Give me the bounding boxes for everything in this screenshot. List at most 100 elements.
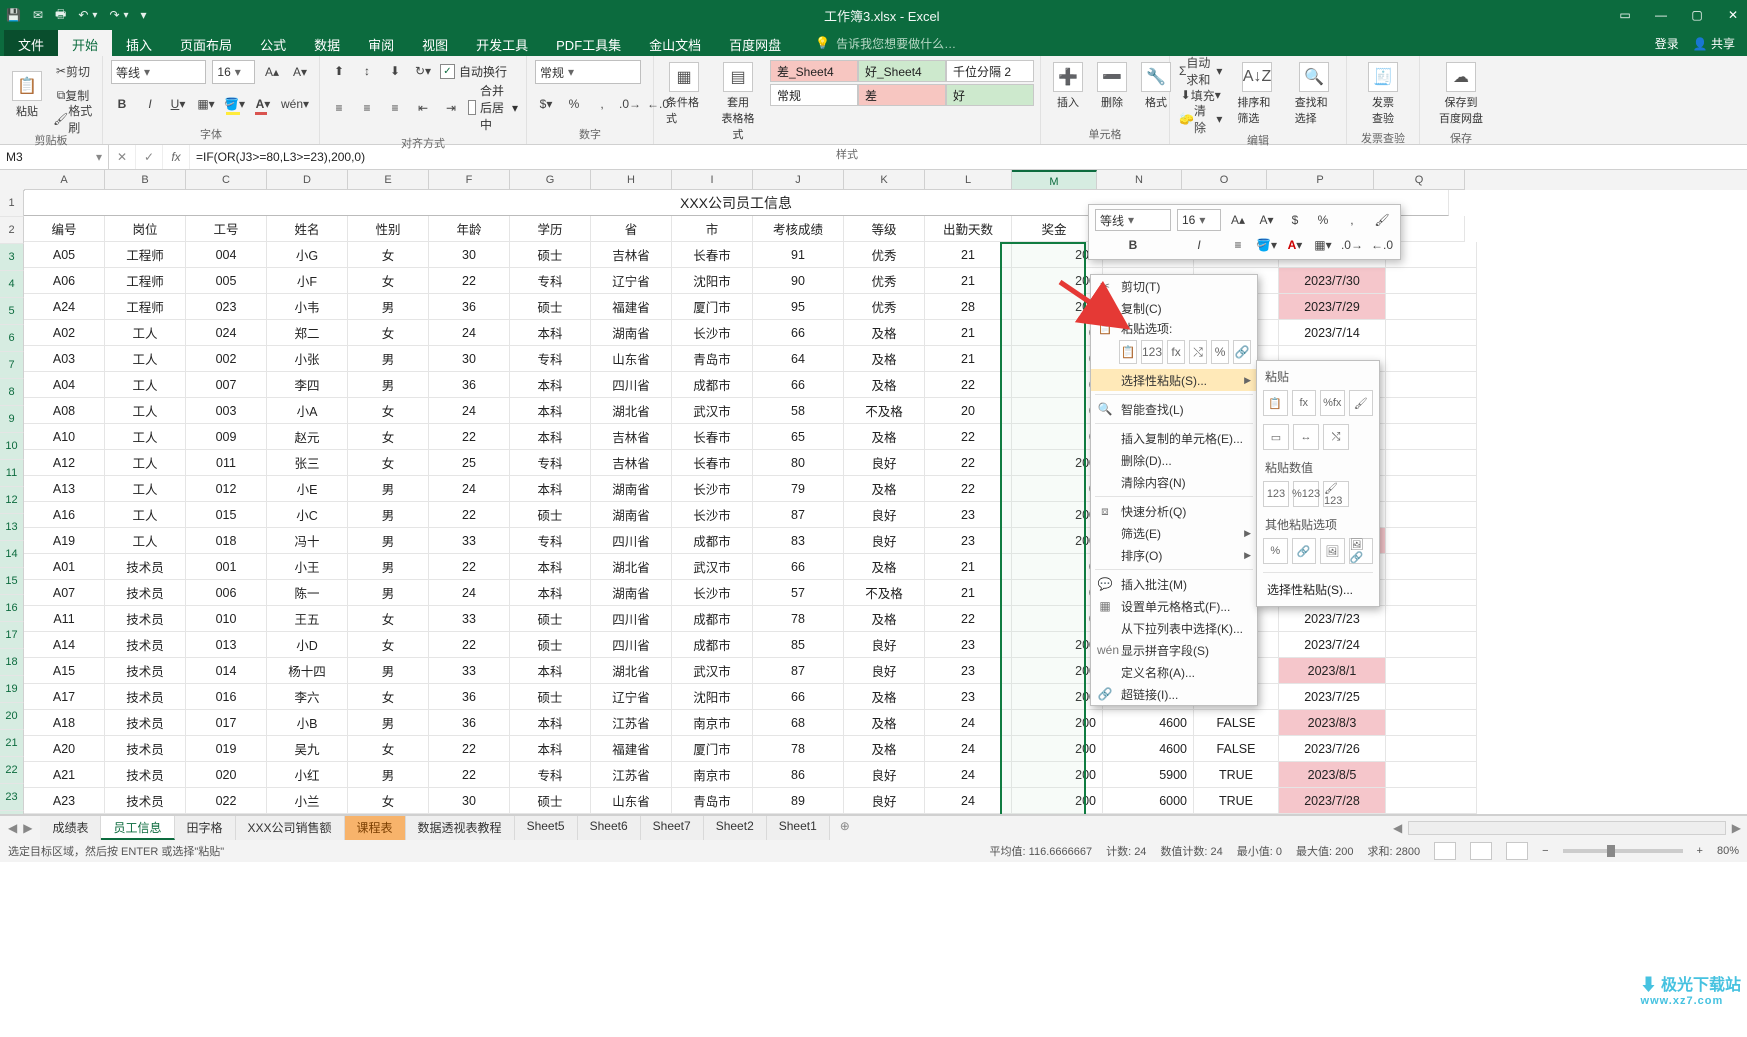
menu-smart-lookup[interactable]: 🔍智能查找(L) (1091, 398, 1257, 420)
menu-format-cells[interactable]: ▦设置单元格格式(F)... (1091, 595, 1257, 617)
cell[interactable]: 男 (348, 294, 429, 320)
sheet-tab-Sheet5[interactable]: Sheet5 (515, 816, 578, 840)
cell[interactable]: 不及格 (844, 580, 925, 606)
border-button[interactable]: ▦▾ (195, 93, 217, 115)
cell-style-item[interactable]: 差_Sheet4 (770, 60, 858, 82)
cell[interactable]: 2023/8/3 (1279, 710, 1386, 736)
cell[interactable]: 016 (186, 684, 267, 710)
sub-values-src-icon[interactable]: 🖌123 (1323, 481, 1349, 507)
close-icon[interactable]: ✕ (1725, 8, 1741, 22)
cell[interactable]: 57 (753, 580, 844, 606)
row-header-11[interactable]: 11 (0, 460, 24, 487)
cell[interactable]: 市 (672, 216, 753, 242)
col-header-F[interactable]: F (429, 170, 510, 190)
cell[interactable]: 女 (348, 450, 429, 476)
col-header-N[interactable]: N (1097, 170, 1182, 190)
cell[interactable]: 成都市 (672, 632, 753, 658)
cell[interactable]: 87 (753, 502, 844, 528)
cell[interactable]: 200 (1012, 710, 1103, 736)
select-all-corner[interactable] (0, 170, 25, 191)
cell[interactable]: 2023/7/14 (1279, 320, 1386, 346)
cell[interactable] (1386, 424, 1477, 450)
cell[interactable]: 24 (925, 762, 1012, 788)
menu-copy[interactable]: ⧉复制(C) (1091, 297, 1257, 319)
cell[interactable]: 硕士 (510, 684, 591, 710)
cell[interactable]: 86 (753, 762, 844, 788)
cell[interactable]: 019 (186, 736, 267, 762)
align-right-icon[interactable]: ≡ (384, 97, 406, 119)
row-header-8[interactable]: 8 (0, 379, 24, 406)
cell[interactable]: 男 (348, 502, 429, 528)
cell[interactable]: 本科 (510, 476, 591, 502)
ribbon-tab-金山文档[interactable]: 金山文档 (635, 30, 715, 56)
ribbon-tab-开发工具[interactable]: 开发工具 (462, 30, 542, 56)
cell[interactable]: 工人 (105, 450, 186, 476)
col-header-M[interactable]: M (1012, 170, 1097, 190)
cell[interactable]: 79 (753, 476, 844, 502)
zoom-level[interactable]: 80% (1717, 845, 1739, 857)
percent-format-icon[interactable]: % (563, 93, 585, 115)
cell[interactable]: 良好 (844, 788, 925, 814)
cell[interactable]: 武汉市 (672, 554, 753, 580)
cell[interactable]: 硕士 (510, 788, 591, 814)
name-box[interactable]: M3▾ (0, 145, 109, 169)
ribbon-display-options-icon[interactable]: ▭ (1617, 8, 1633, 22)
cell[interactable]: 沈阳市 (672, 684, 753, 710)
cell[interactable]: 良好 (844, 762, 925, 788)
sub-paste-special-item[interactable]: 选择性粘贴(S)... (1263, 577, 1373, 602)
cell[interactable]: 28 (925, 294, 1012, 320)
cell[interactable]: 66 (753, 554, 844, 580)
row-header-21[interactable]: 21 (0, 730, 24, 757)
cell[interactable]: 21 (925, 580, 1012, 606)
cell[interactable]: A10 (24, 424, 105, 450)
col-header-A[interactable]: A (24, 170, 105, 190)
cell[interactable]: 23 (925, 632, 1012, 658)
cell[interactable]: 30 (429, 788, 510, 814)
merge-center-button[interactable]: 合并后居中▾ (468, 82, 518, 133)
cell[interactable]: A23 (24, 788, 105, 814)
cell[interactable]: 25 (429, 450, 510, 476)
mini-align-icon[interactable]: ≡ (1227, 235, 1249, 255)
cell[interactable]: 及格 (844, 346, 925, 372)
cell[interactable]: 福建省 (591, 736, 672, 762)
mini-comma-icon[interactable]: , (1340, 210, 1364, 230)
sheet-tab-Sheet1[interactable]: Sheet1 (767, 816, 830, 840)
cell[interactable]: 30 (429, 242, 510, 268)
cell[interactable]: 姓名 (267, 216, 348, 242)
cell[interactable]: 小D (267, 632, 348, 658)
col-header-P[interactable]: P (1267, 170, 1374, 190)
cell[interactable]: A07 (24, 580, 105, 606)
font-color-button[interactable]: A▾ (252, 93, 274, 115)
view-page-layout-icon[interactable] (1470, 842, 1492, 860)
cell[interactable]: 技术员 (105, 788, 186, 814)
paste-opt-link-icon[interactable]: 🔗 (1233, 340, 1251, 364)
paste-opt-formatting-icon[interactable]: % (1211, 340, 1229, 364)
cell[interactable] (1386, 346, 1477, 372)
sub-values-num-icon[interactable]: %123 (1293, 481, 1319, 507)
cell[interactable]: 及格 (844, 372, 925, 398)
signin-link[interactable]: 登录 (1655, 35, 1679, 52)
cell[interactable]: 工人 (105, 528, 186, 554)
cell[interactable]: 技术员 (105, 762, 186, 788)
cell[interactable]: 湖南省 (591, 580, 672, 606)
cell[interactable]: 014 (186, 658, 267, 684)
cell[interactable]: 本科 (510, 398, 591, 424)
column-headers[interactable]: ABCDEFGHIJKLMNOPQ (24, 170, 1747, 190)
formula-input[interactable]: =IF(OR(J3>=80,L3>=23),200,0) (190, 145, 1747, 169)
sub-paste-formulas-icon[interactable]: fx (1292, 390, 1317, 416)
accounting-format-icon[interactable]: $▾ (535, 93, 557, 115)
cell[interactable]: 男 (348, 710, 429, 736)
cell[interactable]: 厦门市 (672, 294, 753, 320)
cell[interactable]: 24 (925, 710, 1012, 736)
cell[interactable]: 女 (348, 242, 429, 268)
sub-paste-icon[interactable]: 📋 (1263, 390, 1288, 416)
cell[interactable] (1386, 476, 1477, 502)
sheet-tab-XXX公司销售额[interactable]: XXX公司销售额 (236, 816, 345, 840)
cell[interactable]: 本科 (510, 424, 591, 450)
cell[interactable]: 省 (591, 216, 672, 242)
cell[interactable]: 女 (348, 268, 429, 294)
col-header-J[interactable]: J (753, 170, 844, 190)
cell[interactable]: 成都市 (672, 606, 753, 632)
cell[interactable]: 男 (348, 580, 429, 606)
row-header-14[interactable]: 14 (0, 541, 24, 568)
